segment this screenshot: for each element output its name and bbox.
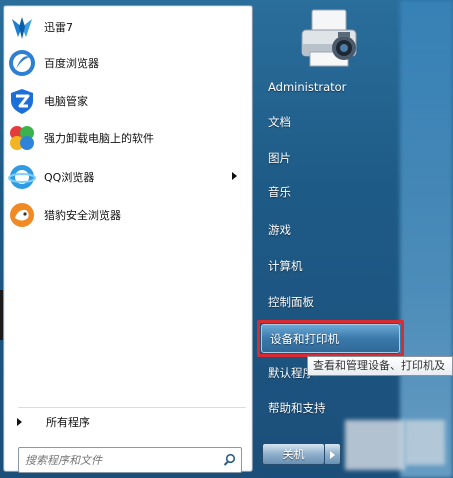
app-item-baidu-browser[interactable]: 百度浏览器	[7, 46, 245, 80]
right-item-label: 帮助和支持	[268, 401, 326, 415]
user-name-link[interactable]: Administrator	[260, 72, 404, 102]
user-picture-printer-icon[interactable]	[298, 8, 362, 70]
app-item-liebao-browser[interactable]: 猎豹安全浏览器	[7, 198, 245, 232]
right-item-music[interactable]: 音乐	[260, 177, 404, 207]
app-item-uninstaller[interactable]: 强力卸载电脑上的软件	[7, 121, 245, 155]
right-item-documents[interactable]: 文档	[260, 107, 404, 137]
all-programs-label: 所有程序	[46, 416, 90, 429]
right-item-label: 图片	[268, 151, 291, 165]
right-item-help-support[interactable]: 帮助和支持	[260, 393, 404, 423]
app-label: 强力卸载电脑上的软件	[44, 132, 154, 145]
tooltip-text: 查看和管理设备、打印机及	[313, 359, 445, 372]
divider	[18, 407, 246, 408]
app-item-pc-manager[interactable]: 电脑管家	[7, 84, 245, 118]
app-label: 电脑管家	[44, 95, 88, 108]
search-input[interactable]	[19, 450, 217, 470]
right-item-computer[interactable]: 计算机	[260, 251, 404, 281]
right-item-label: 音乐	[268, 185, 291, 199]
app-label: QQ浏览器	[44, 171, 95, 184]
app-label: 迅雷7	[44, 21, 73, 34]
right-item-label: 游戏	[268, 223, 291, 237]
xunlei-icon	[7, 12, 37, 42]
app-label: 猎豹安全浏览器	[44, 209, 121, 222]
tooltip: 查看和管理设备、打印机及	[307, 356, 453, 376]
search-icon[interactable]	[223, 453, 236, 469]
start-menu: 迅雷7 百度浏览器 电脑管家 强力卸载电脑上的软件 QQ浏览器 猎豹安全浏览器 …	[0, 0, 453, 478]
pc-manager-shield-icon	[7, 86, 37, 116]
right-item-control-panel[interactable]: 控制面板	[260, 287, 404, 317]
right-item-label: 文档	[268, 115, 291, 129]
liebao-browser-icon	[7, 200, 37, 230]
uninstall-puzzle-icon	[7, 123, 37, 153]
app-item-qq-browser[interactable]: QQ浏览器	[7, 160, 245, 194]
background-blur	[345, 420, 405, 470]
arrow-right-icon	[330, 451, 335, 459]
program-list-pane: 迅雷7 百度浏览器 电脑管家 强力卸载电脑上的软件 QQ浏览器 猎豹安全浏览器 …	[3, 5, 253, 473]
background-blur	[400, 0, 453, 478]
background-blur	[405, 420, 445, 465]
shutdown-options-button[interactable]	[325, 443, 341, 465]
right-item-label: 控制面板	[268, 295, 314, 309]
right-item-pictures[interactable]: 图片	[260, 143, 404, 173]
user-name: Administrator	[268, 80, 347, 94]
highlight-annotation	[257, 320, 404, 357]
arrow-right-icon	[17, 418, 22, 426]
shutdown-label: 关机	[282, 448, 305, 461]
submenu-arrow-icon[interactable]	[232, 172, 237, 180]
baidu-browser-icon	[7, 48, 37, 78]
qq-browser-icon	[7, 162, 37, 192]
right-item-label: 计算机	[268, 259, 303, 273]
app-label: 百度浏览器	[44, 57, 99, 70]
right-item-games[interactable]: 游戏	[260, 215, 404, 245]
shutdown-button[interactable]: 关机	[262, 443, 325, 465]
all-programs-button[interactable]: 所有程序	[13, 411, 245, 433]
search-box[interactable]	[18, 447, 242, 473]
app-item-xunlei[interactable]: 迅雷7	[7, 10, 245, 44]
